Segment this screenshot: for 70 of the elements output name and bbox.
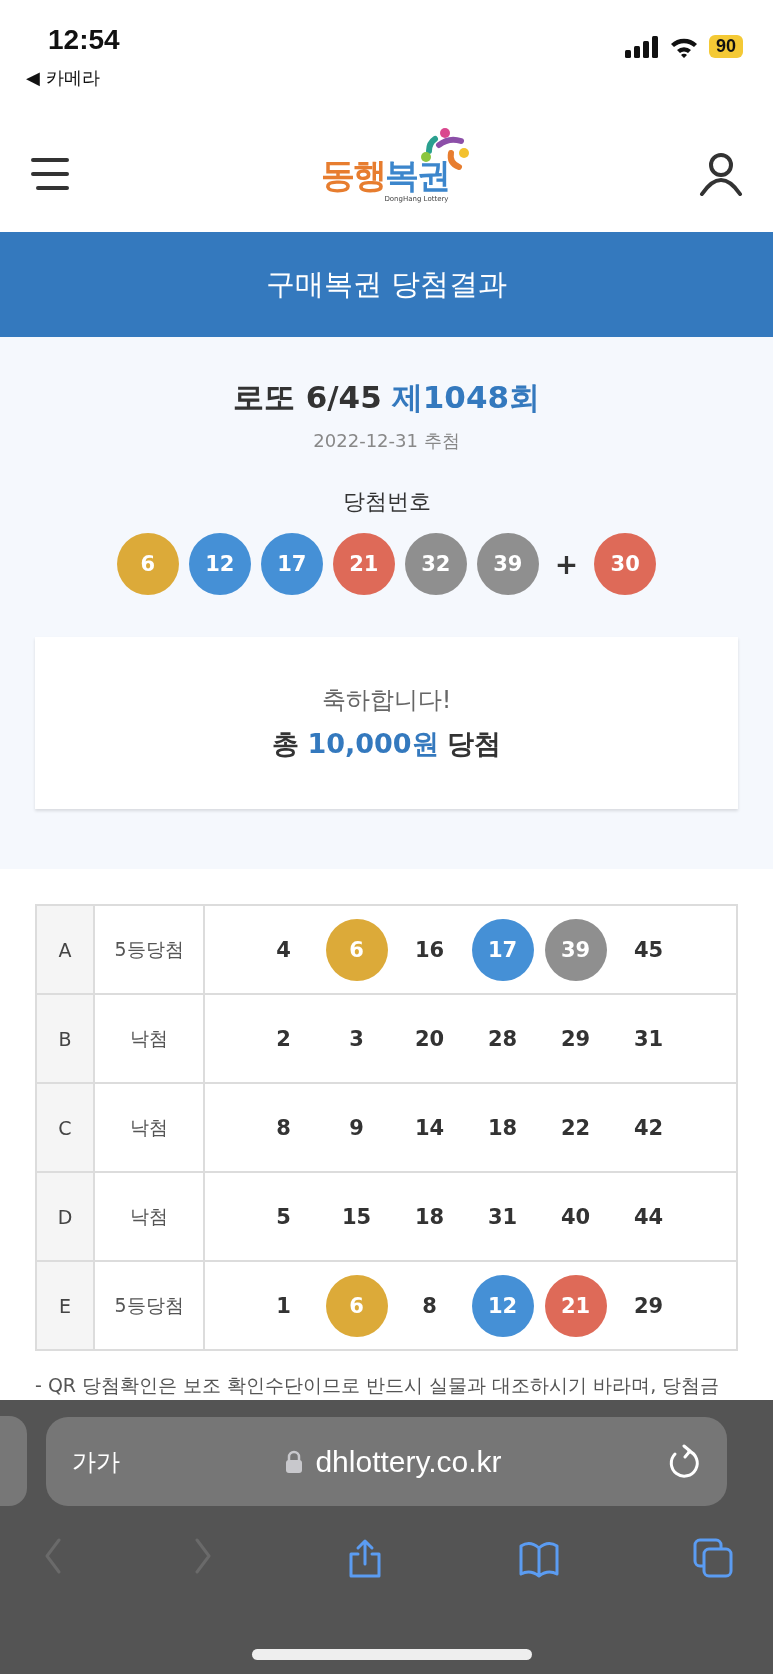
menu-icon[interactable] xyxy=(30,156,70,191)
matched-number-ball: 17 xyxy=(471,918,534,981)
tabs-button[interactable] xyxy=(693,1538,733,1578)
number-ball: 6 xyxy=(116,533,179,595)
user-icon[interactable] xyxy=(699,151,743,196)
ticket-number: 29 xyxy=(632,1292,665,1320)
ticket-number: 22 xyxy=(559,1114,592,1142)
ticket-number: 2 xyxy=(275,1025,292,1053)
page-title: 구매복권 당첨결과 xyxy=(265,265,508,303)
congratulations-text: 축하합니다! xyxy=(321,685,452,716)
prize-prefix: 총 xyxy=(272,727,300,761)
line-cell: B xyxy=(36,994,94,1083)
ticket-number: 3 xyxy=(348,1025,365,1053)
status-cell: 낙첨 xyxy=(94,1083,204,1172)
round-number: 제1048회 xyxy=(391,378,541,417)
matched-number-ball: 12 xyxy=(471,1274,534,1337)
bonus-ball: 30 xyxy=(594,533,657,595)
back-to-app-link[interactable]: ◀ 카메라 xyxy=(26,66,120,90)
number-ball: 12 xyxy=(188,533,251,595)
ticket-number: 1 xyxy=(275,1292,292,1320)
ticket-number: 31 xyxy=(486,1203,519,1231)
ticket-number: 16 xyxy=(413,936,446,964)
matched-number-ball: 6 xyxy=(325,1274,388,1337)
ticket-number: 18 xyxy=(413,1203,446,1231)
ticket-number: 9 xyxy=(348,1114,365,1142)
plus-sign: + xyxy=(554,547,579,581)
clock: 12:54 xyxy=(48,24,120,56)
prize-suffix: 당첨 xyxy=(446,727,501,761)
ticket-number: 18 xyxy=(486,1114,519,1142)
text-size-button[interactable]: 가가 xyxy=(72,1445,120,1478)
matched-number-ball: 39 xyxy=(544,918,607,981)
number-ball: 21 xyxy=(332,533,395,595)
matched-number-ball: 6 xyxy=(325,918,388,981)
ticket-number: 28 xyxy=(486,1025,519,1053)
ticket-number: 20 xyxy=(413,1025,446,1053)
ticket-number: 44 xyxy=(632,1203,665,1231)
matched-number-ball: 21 xyxy=(544,1274,607,1337)
number-ball: 17 xyxy=(260,533,323,595)
ticket-number: 15 xyxy=(340,1203,373,1231)
status-cell: 낙첨 xyxy=(94,994,204,1083)
ticket-number: 45 xyxy=(632,936,665,964)
ticket-number: 31 xyxy=(632,1025,665,1053)
line-cell: A xyxy=(36,905,94,994)
game-title: 로또 6/45 xyxy=(232,378,382,417)
line-cell: D xyxy=(36,1172,94,1261)
address-bar[interactable]: 가가 dhlottery.co.kr xyxy=(46,1417,727,1506)
reload-icon[interactable] xyxy=(667,1443,701,1480)
url-text: dhlottery.co.kr xyxy=(315,1444,502,1479)
number-ball: 32 xyxy=(404,533,467,595)
ticket-number: 14 xyxy=(413,1114,446,1142)
status-cell: 5등당첨 xyxy=(94,905,204,994)
battery-level: 90 xyxy=(708,35,743,58)
status-cell: 5등당첨 xyxy=(94,1261,204,1350)
prize-amount: 10,000원 xyxy=(307,727,439,761)
signal-icon xyxy=(624,35,659,58)
ticket-number: 8 xyxy=(421,1292,438,1320)
ticket-number: 5 xyxy=(275,1203,292,1231)
status-cell: 낙첨 xyxy=(94,1172,204,1261)
notice-text: - QR 당첨확인은 보조 확인수단이므로 반드시 실물과 대조하시기 바라며, 당첨금 xyxy=(35,1373,721,1398)
line-cell: C xyxy=(36,1083,94,1172)
draw-date: 2022-12-31 추첨 xyxy=(313,429,460,453)
ticket-number: 40 xyxy=(559,1203,592,1231)
section-label: 당첨번호 xyxy=(342,488,431,516)
ticket-number: 42 xyxy=(632,1114,665,1142)
ticket-number: 4 xyxy=(275,936,292,964)
number-ball: 39 xyxy=(476,533,539,595)
line-cell: E xyxy=(36,1261,94,1350)
lock-icon xyxy=(285,1449,304,1474)
ticket-number: 8 xyxy=(275,1114,292,1142)
ticket-number: 29 xyxy=(559,1025,592,1053)
